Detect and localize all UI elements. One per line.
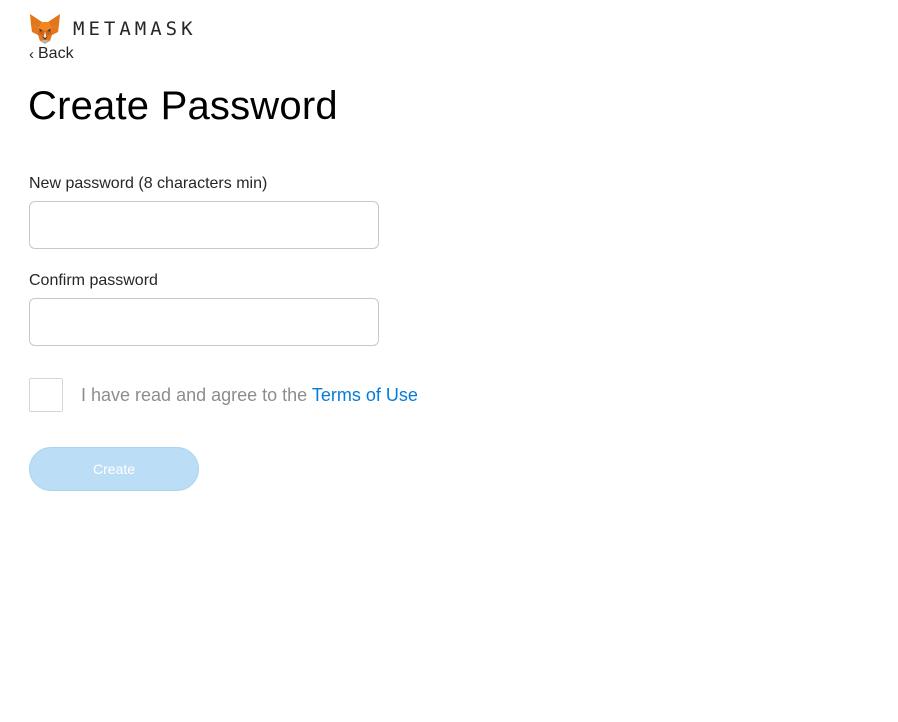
terms-checkbox[interactable] — [29, 378, 63, 412]
metamask-fox-icon — [30, 14, 60, 44]
page-title: Create Password — [28, 84, 338, 128]
header: METAMASK — [29, 13, 197, 45]
terms-row: I have read and agree to the Terms of Us… — [29, 378, 418, 412]
confirm-password-label: Confirm password — [29, 272, 158, 289]
new-password-input[interactable] — [29, 201, 379, 249]
terms-of-use-link[interactable]: Terms of Use — [312, 385, 418, 405]
confirm-password-input[interactable] — [29, 298, 379, 346]
terms-text: I have read and agree to the Terms of Us… — [81, 385, 418, 406]
new-password-label: New password (8 characters min) — [29, 175, 268, 192]
terms-prefix: I have read and agree to the — [81, 384, 312, 405]
back-link[interactable]: ‹ Back — [29, 45, 74, 63]
chevron-left-icon: ‹ — [29, 45, 34, 63]
metamask-wordmark: METAMASK — [73, 18, 197, 40]
back-label: Back — [38, 45, 74, 62]
create-button[interactable]: Create — [29, 447, 199, 491]
